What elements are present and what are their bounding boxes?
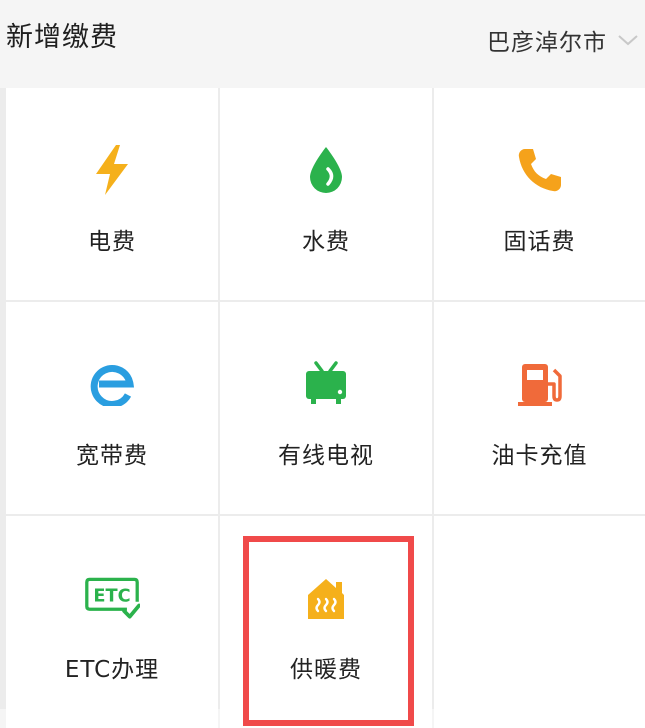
- browser-e-icon: [84, 356, 140, 412]
- service-fuel-card[interactable]: 油卡充值: [434, 302, 645, 514]
- city-selector[interactable]: 巴彦淖尔市: [487, 20, 645, 60]
- service-etc[interactable]: ETC ETC办理: [6, 516, 218, 728]
- service-grid: 电费 水费 固话费 宽带费 有线电视 油卡充值 ETC ETC办理 供暖费: [6, 88, 645, 728]
- etc-icon: ETC: [84, 570, 140, 626]
- service-landline[interactable]: 固话费: [434, 88, 645, 300]
- service-broadband[interactable]: 宽带费: [6, 302, 218, 514]
- service-water[interactable]: 水费: [220, 88, 432, 300]
- service-heating[interactable]: 供暖费: [220, 516, 432, 728]
- service-label: 有线电视: [278, 443, 374, 469]
- chevron-down-icon: [611, 20, 645, 60]
- empty-grid-cell: [434, 516, 645, 728]
- fuel-pump-icon: [512, 356, 568, 412]
- water-drop-icon: [298, 142, 354, 198]
- service-grid-container: 电费 水费 固话费 宽带费 有线电视 油卡充值 ETC ETC办理 供暖费: [0, 88, 645, 728]
- service-label: ETC办理: [64, 657, 160, 683]
- service-label: 电费: [88, 229, 136, 255]
- page-title: 新增缴费: [6, 22, 118, 53]
- svg-text:ETC: ETC: [93, 587, 130, 607]
- service-label: 宽带费: [76, 443, 148, 469]
- service-label: 油卡充值: [491, 443, 588, 469]
- service-cable-tv[interactable]: 有线电视: [220, 302, 432, 514]
- service-electricity[interactable]: 电费: [6, 88, 218, 300]
- page-header: 新增缴费 巴彦淖尔市: [0, 0, 645, 88]
- city-label: 巴彦淖尔市: [487, 30, 607, 56]
- service-label: 固话费: [503, 229, 576, 255]
- tv-icon: [298, 356, 354, 412]
- service-label: 供暖费: [290, 657, 362, 683]
- heating-house-icon: [298, 570, 354, 626]
- service-label: 水费: [302, 229, 350, 255]
- lightning-icon: [84, 142, 140, 198]
- phone-icon: [512, 142, 568, 198]
